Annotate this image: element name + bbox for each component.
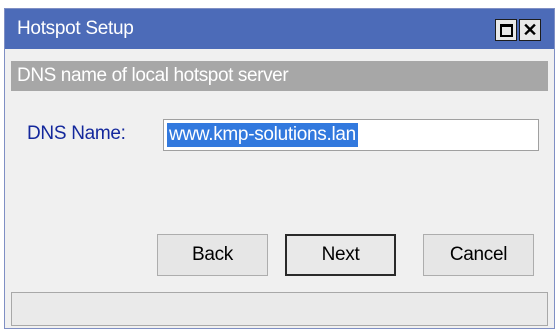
maximize-icon xyxy=(499,23,513,37)
next-button[interactable]: Next xyxy=(285,234,396,276)
maximize-button[interactable] xyxy=(495,19,517,41)
back-button[interactable]: Back xyxy=(157,234,268,276)
close-button[interactable]: ✕ xyxy=(519,19,541,41)
step-header: DNS name of local hotspot server xyxy=(11,61,548,91)
title-bar[interactable]: Hotspot Setup ✕ xyxy=(5,9,554,49)
close-icon: ✕ xyxy=(522,20,538,40)
step-description: DNS name of local hotspot server xyxy=(17,65,289,86)
dns-name-label: DNS Name: xyxy=(27,123,126,144)
cancel-button[interactable]: Cancel xyxy=(423,234,534,276)
window-title: Hotspot Setup xyxy=(17,18,134,39)
status-bar xyxy=(11,292,548,326)
dns-name-input[interactable] xyxy=(163,119,539,151)
hotspot-setup-window: Hotspot Setup ✕ DNS name of local hotspo… xyxy=(4,8,555,329)
